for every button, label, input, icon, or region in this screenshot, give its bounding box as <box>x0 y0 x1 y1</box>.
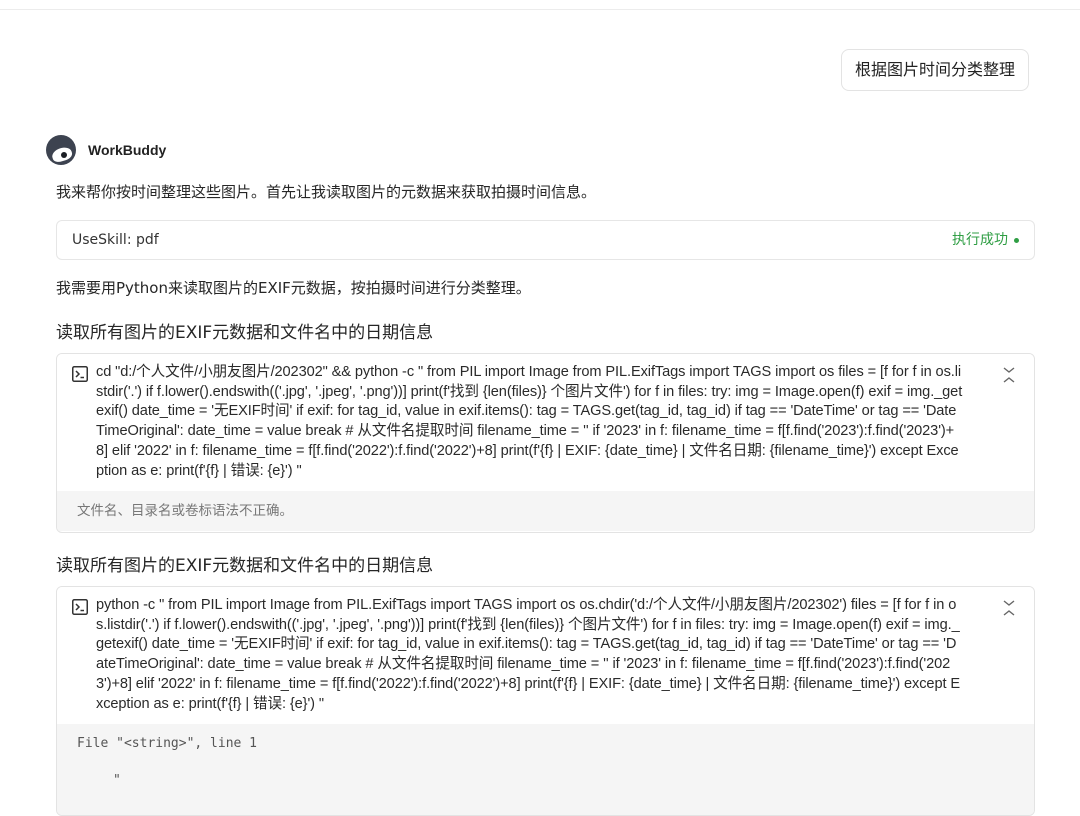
command-header: python -c " from PIL import Image from P… <box>57 587 1034 725</box>
terminal-icon <box>72 599 88 615</box>
intro-text: 我来帮你按时间整理这些图片。首先让我读取图片的元数据来获取拍摄时间信息。 <box>56 183 597 201</box>
top-divider <box>0 9 1080 10</box>
skill-call-card[interactable]: UseSkill: pdf 执行成功 <box>56 220 1035 260</box>
command-header: cd "d:/个人文件/小朋友图片/202302" && python -c "… <box>57 354 1034 492</box>
step-title: 读取所有图片的EXIF元数据和文件名中的日期信息 <box>56 556 434 576</box>
command-text: cd "d:/个人文件/小朋友图片/202302" && python -c "… <box>96 364 963 479</box>
command-output: 文件名、目录名或卷标语法不正确。 <box>57 491 1034 532</box>
skill-label: UseSkill: pdf <box>72 232 159 248</box>
plan-text: 我需要用Python来读取图片的EXIF元数据，按拍摄时间进行分类整理。 <box>56 279 531 297</box>
terminal-icon <box>72 366 88 382</box>
output-line: File "<string>", line 1 <box>77 736 258 752</box>
collapse-icon[interactable] <box>1002 366 1016 384</box>
status-dot-icon <box>1014 238 1019 243</box>
raccoon-avatar-icon <box>46 135 76 165</box>
user-message-bubble: 根据图片时间分类整理 <box>841 49 1029 91</box>
command-block: python -c " from PIL import Image from P… <box>56 586 1035 816</box>
collapse-icon[interactable] <box>1002 599 1016 617</box>
output-line: " <box>113 773 121 789</box>
assistant-header: WorkBuddy <box>46 134 166 166</box>
command-output: File "<string>", line 1 " <box>57 724 1034 815</box>
assistant-name: WorkBuddy <box>88 142 167 158</box>
command-block: cd "d:/个人文件/小朋友图片/202302" && python -c "… <box>56 353 1035 533</box>
skill-status: 执行成功 <box>952 232 1008 248</box>
step-title: 读取所有图片的EXIF元数据和文件名中的日期信息 <box>56 323 434 343</box>
command-text: python -c " from PIL import Image from P… <box>96 597 961 712</box>
